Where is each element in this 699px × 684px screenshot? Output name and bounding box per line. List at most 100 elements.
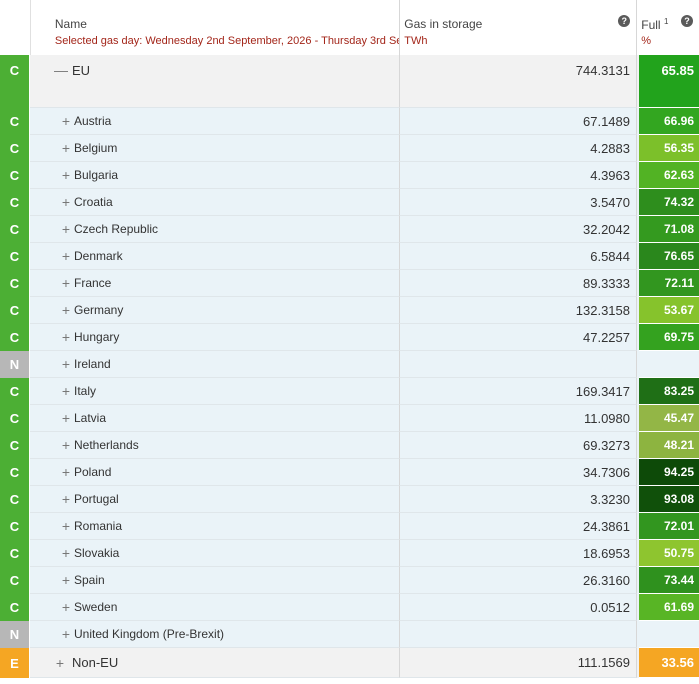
full-percent-cell: 45.47: [639, 405, 699, 432]
country-name[interactable]: Poland: [74, 465, 111, 479]
table-row[interactable]: C + Germany 132.3158 53.67: [0, 297, 699, 324]
header-full-column[interactable]: Full 1 % ?: [637, 0, 699, 55]
header-storage-title: Gas in storage: [404, 17, 483, 31]
table-row[interactable]: C + Slovakia 18.6953 50.75: [0, 540, 699, 567]
expand-toggle-icon[interactable]: +: [60, 221, 72, 237]
storage-value: 132.3158: [400, 297, 637, 324]
expand-toggle-icon[interactable]: +: [60, 383, 72, 399]
table-row[interactable]: C + Czech Republic 32.2042 71.08: [0, 216, 699, 243]
country-name[interactable]: Belgium: [74, 141, 117, 155]
expand-toggle-icon[interactable]: +: [60, 167, 72, 183]
country-name[interactable]: Sweden: [74, 600, 117, 614]
header-name-column[interactable]: Name Selected gas day: Wednesday 2nd Sep…: [31, 0, 401, 55]
expand-toggle-icon[interactable]: —: [54, 62, 68, 78]
full-help-icon[interactable]: ?: [681, 15, 693, 27]
header-storage-column[interactable]: Gas in storage TWh ?: [400, 0, 638, 55]
storage-value-text: 4.3963: [590, 167, 630, 183]
expand-toggle-icon[interactable]: +: [60, 626, 72, 642]
table-row[interactable]: C + Denmark 6.5844 76.65: [0, 243, 699, 270]
country-name[interactable]: Latvia: [74, 411, 106, 425]
header-full-title: Full 1: [641, 17, 668, 32]
country-name[interactable]: France: [74, 276, 111, 290]
status-badge: C: [0, 459, 30, 486]
name-cell: + Bulgaria: [30, 162, 400, 189]
expand-toggle-icon[interactable]: +: [60, 248, 72, 264]
storage-value-text: 132.3158: [575, 302, 630, 318]
country-name[interactable]: Slovakia: [74, 546, 119, 560]
expand-toggle-icon[interactable]: +: [60, 302, 72, 318]
table-row[interactable]: C + Romania 24.3861 72.01: [0, 513, 699, 540]
eu-total-row[interactable]: C — EU 744.3131 65.85: [0, 55, 699, 108]
expand-toggle-icon[interactable]: +: [60, 437, 72, 453]
name-cell: + Netherlands: [30, 432, 400, 459]
full-percent-cell: 93.08: [639, 486, 699, 513]
storage-value: [400, 351, 637, 378]
table-row[interactable]: C + Sweden 0.0512 61.69: [0, 594, 699, 621]
country-name[interactable]: Netherlands: [74, 438, 139, 452]
expand-toggle-icon[interactable]: +: [60, 329, 72, 345]
storage-value: 67.1489: [400, 108, 637, 135]
table-row[interactable]: C + Hungary 47.2257 69.75: [0, 324, 699, 351]
table-row[interactable]: N + United Kingdom (Pre-Brexit): [0, 621, 699, 648]
storage-value: 0.0512: [400, 594, 637, 621]
country-name[interactable]: Denmark: [74, 249, 123, 263]
country-name[interactable]: Portugal: [74, 492, 119, 506]
country-name[interactable]: Czech Republic: [74, 222, 158, 236]
non-eu-total-row[interactable]: E + Non-EU 111.1569 33.56: [0, 648, 699, 678]
header-status-spacer: [0, 0, 31, 55]
table-row[interactable]: C + Netherlands 69.3273 48.21: [0, 432, 699, 459]
status-badge: C: [0, 540, 30, 567]
country-name[interactable]: Hungary: [74, 330, 119, 344]
country-name[interactable]: Germany: [74, 303, 123, 317]
expand-toggle-icon[interactable]: +: [60, 410, 72, 426]
expand-toggle-icon[interactable]: +: [60, 572, 72, 588]
expand-toggle-icon[interactable]: +: [60, 464, 72, 480]
country-name[interactable]: Ireland: [74, 357, 111, 371]
expand-toggle-icon[interactable]: +: [60, 356, 72, 372]
storage-value: 18.6953: [400, 540, 637, 567]
table-row[interactable]: C + France 89.3333 72.11: [0, 270, 699, 297]
table-row[interactable]: C + Poland 34.7306 94.25: [0, 459, 699, 486]
country-name[interactable]: United Kingdom (Pre-Brexit): [74, 627, 224, 641]
status-badge: C: [0, 297, 30, 324]
table-row[interactable]: C + Latvia 11.0980 45.47: [0, 405, 699, 432]
expand-toggle-icon[interactable]: +: [60, 545, 72, 561]
expand-toggle-icon[interactable]: +: [60, 194, 72, 210]
table-row[interactable]: C + Belgium 4.2883 56.35: [0, 135, 699, 162]
full-percent-cell: 56.35: [639, 135, 699, 162]
name-cell: + Slovakia: [30, 540, 400, 567]
table-row[interactable]: C + Bulgaria 4.3963 62.63: [0, 162, 699, 189]
storage-value-text: 4.2883: [590, 140, 630, 156]
table-row[interactable]: C + Austria 67.1489 66.96: [0, 108, 699, 135]
country-name[interactable]: Austria: [74, 114, 111, 128]
country-name[interactable]: Bulgaria: [74, 168, 118, 182]
storage-value-text: 0.0512: [590, 599, 630, 615]
table-row[interactable]: C + Spain 26.3160 73.44: [0, 567, 699, 594]
expand-toggle-icon[interactable]: +: [60, 518, 72, 534]
expand-toggle-icon[interactable]: +: [60, 275, 72, 291]
country-name[interactable]: Croatia: [74, 195, 113, 209]
expand-toggle-icon[interactable]: +: [60, 491, 72, 507]
storage-value-text: 6.5844: [590, 248, 630, 264]
table-row[interactable]: C + Italy 169.3417 83.25: [0, 378, 699, 405]
expand-toggle-icon[interactable]: +: [60, 113, 72, 129]
header-storage-unit: TWh: [404, 35, 428, 47]
table-row[interactable]: N + Ireland: [0, 351, 699, 378]
storage-value: 6.5844: [400, 243, 637, 270]
storage-help-icon[interactable]: ?: [618, 15, 631, 27]
name-cell: + France: [30, 270, 400, 297]
storage-value: 3.3230: [400, 486, 637, 513]
country-name[interactable]: Non-EU: [72, 655, 118, 670]
table-row[interactable]: C + Portugal 3.3230 93.08: [0, 486, 699, 513]
status-badge: C: [0, 486, 30, 513]
expand-toggle-icon[interactable]: +: [54, 655, 66, 671]
country-name[interactable]: Italy: [74, 384, 96, 398]
storage-value: 69.3273: [400, 432, 637, 459]
table-row[interactable]: C + Croatia 3.5470 74.32: [0, 189, 699, 216]
expand-toggle-icon[interactable]: +: [60, 140, 72, 156]
header-full-label: Full: [641, 18, 661, 32]
expand-toggle-icon[interactable]: +: [60, 599, 72, 615]
country-name[interactable]: EU: [72, 63, 90, 78]
country-name[interactable]: Romania: [74, 519, 122, 533]
country-name[interactable]: Spain: [74, 573, 105, 587]
